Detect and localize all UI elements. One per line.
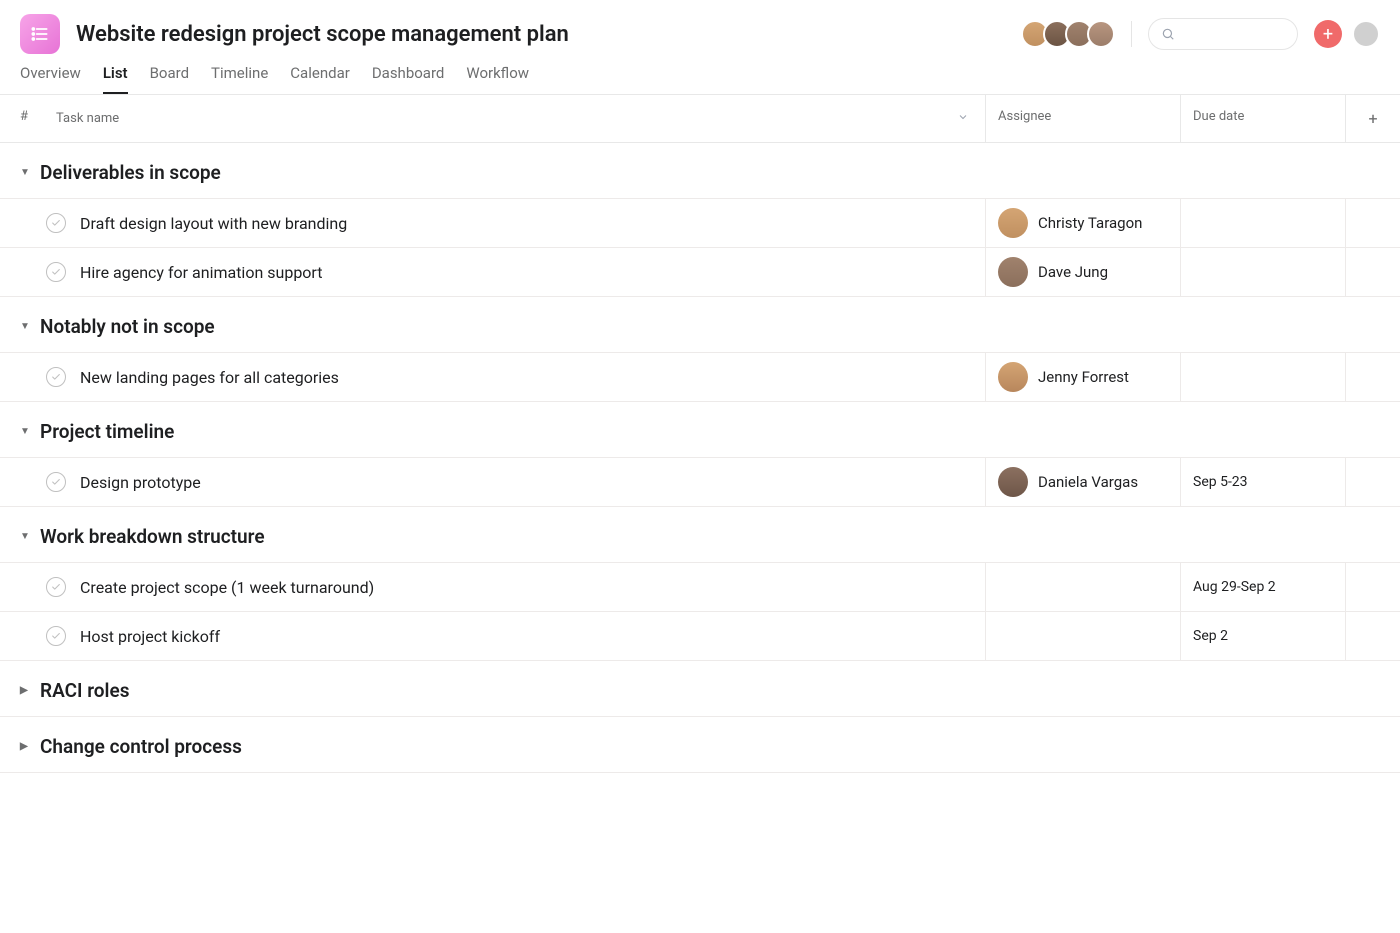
- assignee-avatar: [998, 208, 1028, 238]
- assignee-avatar: [998, 362, 1028, 392]
- caret-down-icon[interactable]: ▼: [20, 321, 30, 332]
- section-header[interactable]: ▶ Change control process: [0, 717, 1400, 773]
- column-number: #: [0, 95, 40, 142]
- search-input[interactable]: [1148, 18, 1298, 50]
- search-icon: [1161, 27, 1175, 41]
- project-title[interactable]: Website redesign project scope managemen…: [76, 22, 569, 47]
- task-due-cell[interactable]: Sep 5-23: [1180, 458, 1345, 506]
- section-title-text: Work breakdown structure: [40, 525, 265, 548]
- task-extra-cell[interactable]: [1345, 199, 1400, 247]
- avatar[interactable]: [1087, 20, 1115, 48]
- task-extra-cell[interactable]: [1345, 612, 1400, 660]
- section-title-text: Notably not in scope: [40, 315, 215, 338]
- tab-board[interactable]: Board: [150, 64, 189, 94]
- section-title-text: Deliverables in scope: [40, 161, 221, 184]
- task-due-cell[interactable]: [1180, 199, 1345, 247]
- task-row[interactable]: Host project kickoff Sep 2: [0, 612, 1400, 661]
- complete-task-button[interactable]: [46, 626, 66, 646]
- task-due-cell[interactable]: Aug 29-Sep 2: [1180, 563, 1345, 611]
- caret-right-icon[interactable]: ▶: [20, 741, 30, 752]
- section-title-text: RACI roles: [40, 679, 129, 702]
- assignee-avatar: [998, 257, 1028, 287]
- assignee-name: Daniela Vargas: [1038, 473, 1138, 491]
- column-header: # Task name Assignee Due date +: [0, 95, 1400, 143]
- section-header[interactable]: ▶ RACI roles: [0, 661, 1400, 717]
- task-assignee-cell[interactable]: [985, 612, 1180, 660]
- task-extra-cell[interactable]: [1345, 458, 1400, 506]
- task-name[interactable]: Draft design layout with new branding: [80, 214, 347, 233]
- view-tabs: Overview List Board Timeline Calendar Dashboa…: [0, 54, 1400, 95]
- complete-task-button[interactable]: [46, 577, 66, 597]
- column-due-date[interactable]: Due date: [1180, 95, 1345, 142]
- column-task-label: Task name: [56, 111, 119, 126]
- task-name[interactable]: Hire agency for animation support: [80, 263, 322, 282]
- chevron-down-icon[interactable]: [957, 111, 969, 127]
- task-name[interactable]: Host project kickoff: [80, 627, 220, 646]
- task-assignee-cell[interactable]: Daniela Vargas: [985, 458, 1180, 506]
- section-header[interactable]: ▼ Work breakdown structure: [0, 507, 1400, 563]
- member-avatars[interactable]: [1021, 20, 1115, 48]
- due-date-text: Sep 2: [1193, 628, 1228, 644]
- caret-right-icon[interactable]: ▶: [20, 685, 30, 696]
- caret-down-icon[interactable]: ▼: [20, 531, 30, 542]
- task-name[interactable]: Create project scope (1 week turnaround): [80, 578, 374, 597]
- complete-task-button[interactable]: [46, 367, 66, 387]
- section-header[interactable]: ▼ Project timeline: [0, 402, 1400, 458]
- task-assignee-cell[interactable]: Christy Taragon: [985, 199, 1180, 247]
- add-column-button[interactable]: +: [1345, 95, 1400, 142]
- due-date-text: Aug 29-Sep 2: [1193, 579, 1276, 595]
- caret-down-icon[interactable]: ▼: [20, 426, 30, 437]
- complete-task-button[interactable]: [46, 472, 66, 492]
- task-name[interactable]: Design prototype: [80, 473, 201, 492]
- tab-workflow[interactable]: Workflow: [466, 64, 529, 94]
- divider: [1131, 21, 1132, 47]
- complete-task-button[interactable]: [46, 213, 66, 233]
- tab-calendar[interactable]: Calendar: [290, 64, 350, 94]
- column-assignee[interactable]: Assignee: [985, 95, 1180, 142]
- task-row[interactable]: Design prototype Daniela Vargas Sep 5-23: [0, 458, 1400, 507]
- task-extra-cell[interactable]: [1345, 353, 1400, 401]
- column-task-name[interactable]: Task name: [40, 95, 985, 142]
- caret-down-icon[interactable]: ▼: [20, 167, 30, 178]
- task-extra-cell[interactable]: [1345, 563, 1400, 611]
- project-icon[interactable]: [20, 14, 60, 54]
- task-assignee-cell[interactable]: [985, 563, 1180, 611]
- assignee-name: Jenny Forrest: [1038, 368, 1129, 386]
- task-row[interactable]: Create project scope (1 week turnaround)…: [0, 563, 1400, 612]
- task-row[interactable]: Hire agency for animation support Dave Ju…: [0, 248, 1400, 297]
- complete-task-button[interactable]: [46, 262, 66, 282]
- tab-dashboard[interactable]: Dashboard: [372, 64, 445, 94]
- task-name[interactable]: New landing pages for all categories: [80, 368, 339, 387]
- section-header[interactable]: ▼ Notably not in scope: [0, 297, 1400, 353]
- task-extra-cell[interactable]: [1345, 248, 1400, 296]
- user-avatar[interactable]: [1352, 20, 1380, 48]
- add-button[interactable]: +: [1314, 20, 1342, 48]
- section-title-text: Change control process: [40, 735, 242, 758]
- assignee-name: Dave Jung: [1038, 263, 1108, 281]
- task-due-cell[interactable]: [1180, 248, 1345, 296]
- task-assignee-cell[interactable]: Jenny Forrest: [985, 353, 1180, 401]
- task-row[interactable]: Draft design layout with new branding Chr…: [0, 199, 1400, 248]
- task-row[interactable]: New landing pages for all categories Jenn…: [0, 353, 1400, 402]
- tab-timeline[interactable]: Timeline: [211, 64, 268, 94]
- task-due-cell[interactable]: Sep 2: [1180, 612, 1345, 660]
- tab-list[interactable]: List: [103, 64, 128, 94]
- assignee-avatar: [998, 467, 1028, 497]
- section-header[interactable]: ▼ Deliverables in scope: [0, 143, 1400, 199]
- tab-overview[interactable]: Overview: [20, 64, 81, 94]
- due-date-text: Sep 5-23: [1193, 474, 1248, 490]
- assignee-name: Christy Taragon: [1038, 214, 1142, 232]
- task-assignee-cell[interactable]: Dave Jung: [985, 248, 1180, 296]
- task-due-cell[interactable]: [1180, 353, 1345, 401]
- section-title-text: Project timeline: [40, 420, 174, 443]
